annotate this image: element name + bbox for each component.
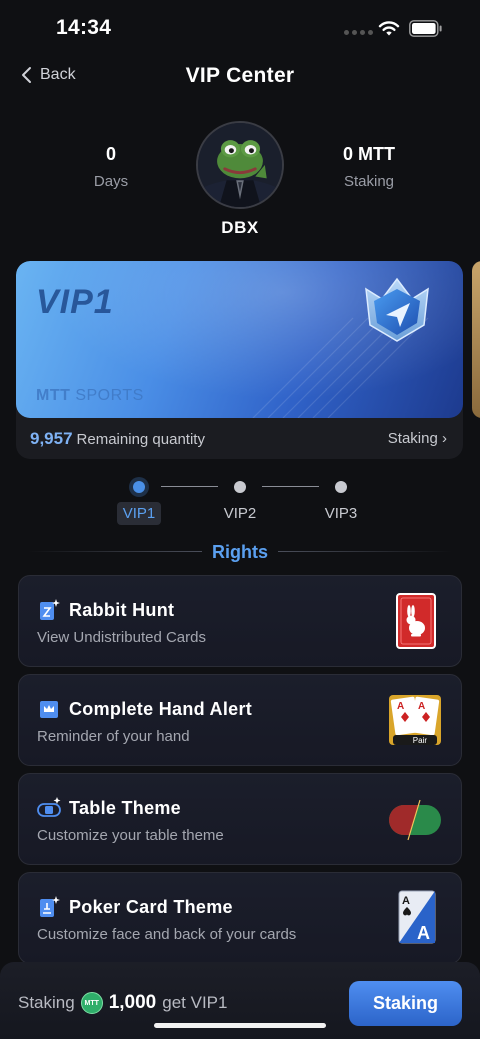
brand-bold: MTT xyxy=(36,387,71,404)
card-brush-icon xyxy=(40,896,60,917)
staking-prefix: Staking xyxy=(18,993,75,1012)
avatar[interactable] xyxy=(196,121,284,209)
right-card-complete-hand-alert[interactable]: Complete Hand Alert Reminder of your han… xyxy=(18,674,462,766)
ace-spade-card-icon: A A xyxy=(398,890,436,944)
right-card-poker-card-theme[interactable]: Poker Card Theme Customize face and back… xyxy=(18,872,462,964)
right-subtitle: View Undistributed Cards xyxy=(37,629,206,646)
vip-card: VIP1 MTT SPORTS xyxy=(16,261,463,418)
remaining-label: Remaining quantity xyxy=(76,431,205,448)
brand-light: SPORTS xyxy=(75,387,144,404)
days-value: 0 xyxy=(105,144,116,164)
remaining-value: 9,957 xyxy=(30,429,73,448)
step-dot xyxy=(335,481,347,493)
step-dot xyxy=(234,481,246,493)
level-tab-vip3[interactable]: VIP3 xyxy=(311,478,371,525)
mtt-sports-logo: MTT SPORTS xyxy=(36,387,144,405)
rights-title: Rights xyxy=(212,542,268,562)
rights-header: Rights xyxy=(28,540,452,564)
level-tab-vip1[interactable]: VIP1 xyxy=(109,478,169,525)
vip-card-footer: 9,957 Remaining quantity Staking › xyxy=(16,418,463,459)
svg-text:A: A xyxy=(417,923,430,943)
staking-suffix: get VIP1 xyxy=(162,993,228,1012)
wifi-icon xyxy=(378,21,400,36)
home-indicator xyxy=(154,1023,326,1028)
nav-bar: Back VIP Center xyxy=(0,56,480,100)
staking-stat: 0 MTT Staking xyxy=(309,144,429,190)
right-card-table-theme[interactable]: Table Theme Customize your table theme xyxy=(18,773,462,865)
username: DBX xyxy=(221,218,259,237)
signal-dots-icon xyxy=(344,30,373,35)
status-bar: 14:34 xyxy=(0,0,480,56)
staking-summary: Staking MTT 1,000 get VIP1 xyxy=(18,992,227,1014)
right-subtitle: Customize your table theme xyxy=(37,827,224,844)
status-time: 14:34 xyxy=(56,16,112,39)
table-theme-icon xyxy=(37,797,61,817)
svg-text:A: A xyxy=(402,895,410,907)
vip-level-title: VIP1 xyxy=(36,283,114,321)
staking-button[interactable]: Staking xyxy=(349,981,462,1026)
page-title: VIP Center xyxy=(185,64,295,87)
table-colors-icon xyxy=(389,799,441,841)
right-subtitle: Reminder of your hand xyxy=(37,728,190,745)
level-tab-vip2[interactable]: VIP2 xyxy=(210,478,270,525)
level-label: VIP2 xyxy=(223,505,257,522)
right-card-rabbit-hunt[interactable]: Rabbit Hunt View Undistributed Cards xyxy=(18,575,462,667)
svg-text:A: A xyxy=(397,701,404,712)
staking-amount: 1,000 xyxy=(108,992,157,1013)
divider xyxy=(278,551,452,552)
vip-card-container[interactable]: VIP1 MTT SPORTS 9,957 Remaining quantity … xyxy=(16,261,463,459)
right-title: Table Theme xyxy=(69,798,181,818)
right-title: Rabbit Hunt xyxy=(69,600,175,620)
days-label: Days xyxy=(93,173,129,190)
staking-label: Staking xyxy=(343,173,395,190)
rabbit-card-icon xyxy=(396,593,436,649)
staking-value: 0 MTT xyxy=(343,144,395,164)
remaining-quantity: 9,957 Remaining quantity xyxy=(30,429,205,449)
frog-avatar-image xyxy=(198,123,282,207)
mtt-coin-icon: MTT xyxy=(80,992,103,1014)
level-label: VIP3 xyxy=(324,505,358,522)
profile-summary: 0 Days 0 MTT Staking DBX xyxy=(0,104,480,254)
right-title: Poker Card Theme xyxy=(69,897,233,917)
right-subtitle: Customize face and back of your cards xyxy=(37,926,297,943)
step-dot-active xyxy=(133,481,145,493)
vip-level-stepper: VIP1 VIP2 VIP3 xyxy=(0,478,480,528)
card-crown-icon xyxy=(40,701,58,718)
level-label: VIP1 xyxy=(116,502,162,525)
staking-link[interactable]: Staking › xyxy=(388,430,447,447)
next-vip-card-peek[interactable] xyxy=(472,261,480,418)
battery-icon xyxy=(409,20,442,37)
card-star-icon xyxy=(40,599,60,620)
right-title: Complete Hand Alert xyxy=(69,699,253,719)
crown-shield-icon xyxy=(365,277,429,342)
days-stat: 0 Days xyxy=(51,144,171,190)
pair-label: Pair xyxy=(412,736,427,745)
svg-text:A: A xyxy=(418,701,425,712)
